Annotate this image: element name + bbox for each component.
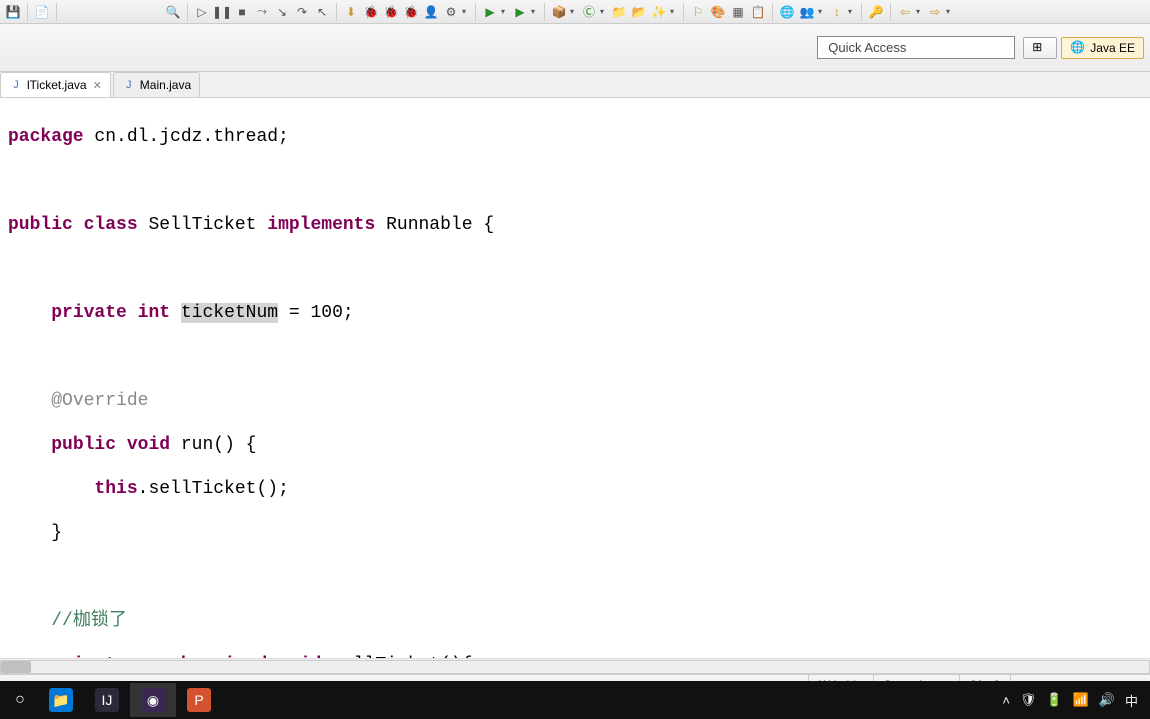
debug-disconnect-icon[interactable]: ⤳ bbox=[253, 3, 271, 21]
new-class-icon[interactable]: Ⓒ bbox=[580, 3, 598, 21]
task-intellij[interactable]: IJ bbox=[84, 683, 130, 717]
sep bbox=[56, 3, 57, 21]
run-icon[interactable]: ▶ bbox=[481, 3, 499, 21]
back-icon[interactable]: ⇦ bbox=[896, 3, 914, 21]
task-powerpoint[interactable]: P bbox=[176, 683, 222, 717]
perspective-label: Java EE bbox=[1090, 41, 1135, 55]
globe-icon[interactable]: 🌐 bbox=[778, 3, 796, 21]
step-into-icon[interactable]: ↘ bbox=[273, 3, 291, 21]
system-tray: ˄ 🛡 🔋 📶 🔊 中 bbox=[1002, 691, 1148, 710]
document-icon[interactable]: 📄 bbox=[33, 3, 51, 21]
eclipse-icon: ◉ bbox=[141, 688, 165, 712]
build-icon[interactable]: ⬇ bbox=[342, 3, 360, 21]
debug-icon[interactable]: 🐞 bbox=[382, 3, 400, 21]
open-perspective-icon: ⊞ bbox=[1032, 40, 1048, 56]
nav-icon[interactable]: ↕ bbox=[828, 3, 846, 21]
tab-label: lTicket.java bbox=[27, 78, 87, 92]
perspective-javaee-button[interactable]: 🌐 Java EE bbox=[1061, 37, 1144, 59]
run-ext-icon[interactable]: ▶ bbox=[511, 3, 529, 21]
quick-access-input[interactable] bbox=[817, 36, 1015, 59]
toolbar-row: 💾 📄 🔍 ▷ ❚❚ ■ ⤳ ↘ ↷ ↖ ⬇ 🐞 🐞 🐞 👤 ⚙▾ ▶▾ ▶▾ … bbox=[0, 0, 1150, 24]
tab-main[interactable]: J Main.java bbox=[113, 72, 200, 97]
h-scrollbar-track[interactable] bbox=[0, 660, 1150, 674]
sep bbox=[861, 3, 862, 21]
sep bbox=[336, 3, 337, 21]
ime-indicator[interactable]: 中 bbox=[1125, 691, 1138, 710]
search-icon[interactable]: 🔍 bbox=[164, 3, 182, 21]
debug-stop-icon[interactable]: ■ bbox=[233, 3, 251, 21]
sep bbox=[27, 3, 28, 21]
java-file-icon: J bbox=[122, 78, 136, 92]
folder-icon: 📁 bbox=[49, 688, 73, 712]
tray-up-icon[interactable]: ˄ bbox=[1002, 693, 1010, 708]
wifi-icon[interactable]: 📶 bbox=[1073, 692, 1089, 708]
calendar-icon[interactable]: 📋 bbox=[749, 3, 767, 21]
close-tab-icon[interactable]: ✕ bbox=[93, 79, 102, 92]
debug-pause-icon[interactable]: ❚❚ bbox=[213, 3, 231, 21]
sep bbox=[772, 3, 773, 21]
h-scrollbar-thumb[interactable] bbox=[1, 661, 31, 673]
bug-icon[interactable]: 🐞 bbox=[362, 3, 380, 21]
flag-icon[interactable]: ⚐ bbox=[689, 3, 707, 21]
javaee-icon: 🌐 bbox=[1070, 40, 1086, 56]
new-package-icon[interactable]: 📦 bbox=[550, 3, 568, 21]
sep bbox=[187, 3, 188, 21]
java-file-icon: J bbox=[9, 78, 23, 92]
person-icon[interactable]: 👤 bbox=[422, 3, 440, 21]
sep bbox=[683, 3, 684, 21]
gear-icon[interactable]: ⚙ bbox=[442, 3, 460, 21]
sep bbox=[544, 3, 545, 21]
intellij-icon: IJ bbox=[95, 688, 119, 712]
open-folder-icon[interactable]: 📂 bbox=[630, 3, 648, 21]
editor-tabs: J lTicket.java ✕ J Main.java bbox=[0, 72, 1150, 98]
volume-icon[interactable]: 🔊 bbox=[1099, 692, 1115, 708]
ppt-icon: P bbox=[187, 688, 211, 712]
wand-icon[interactable]: ✨ bbox=[650, 3, 668, 21]
debug-resume-icon[interactable]: ▷ bbox=[193, 3, 211, 21]
shield-icon[interactable]: 🛡 bbox=[1020, 692, 1037, 708]
new-folder-icon[interactable]: 📁 bbox=[610, 3, 628, 21]
step-over-icon[interactable]: ↷ bbox=[293, 3, 311, 21]
start-button[interactable]: ○ bbox=[2, 683, 38, 717]
tab-label: Main.java bbox=[140, 78, 191, 92]
palette-icon[interactable]: 🎨 bbox=[709, 3, 727, 21]
grid-icon[interactable]: ▦ bbox=[729, 3, 747, 21]
battery-icon[interactable]: 🔋 bbox=[1046, 692, 1062, 708]
h-scrollbar[interactable] bbox=[0, 658, 1150, 674]
perspective-bar: ⊞ 🌐 Java EE bbox=[0, 24, 1150, 72]
open-perspective-button[interactable]: ⊞ bbox=[1023, 37, 1057, 59]
key-icon[interactable]: 🔑 bbox=[867, 3, 885, 21]
save-icon[interactable]: 💾 bbox=[4, 3, 22, 21]
sep bbox=[475, 3, 476, 21]
task-explorer[interactable]: 📁 bbox=[38, 683, 84, 717]
taskbar: ○ 📁 IJ ◉ P ˄ 🛡 🔋 📶 🔊 中 bbox=[0, 681, 1150, 719]
person2-icon[interactable]: 👥 bbox=[798, 3, 816, 21]
task-eclipse[interactable]: ◉ bbox=[130, 683, 176, 717]
sep bbox=[890, 3, 891, 21]
beetle-icon[interactable]: 🐞 bbox=[402, 3, 420, 21]
code-editor[interactable]: package cn.dl.jcdz.thread; public class … bbox=[0, 98, 1150, 658]
forward-icon[interactable]: ⇨ bbox=[926, 3, 944, 21]
step-return-icon[interactable]: ↖ bbox=[313, 3, 331, 21]
tab-sellticket[interactable]: J lTicket.java ✕ bbox=[0, 72, 111, 97]
